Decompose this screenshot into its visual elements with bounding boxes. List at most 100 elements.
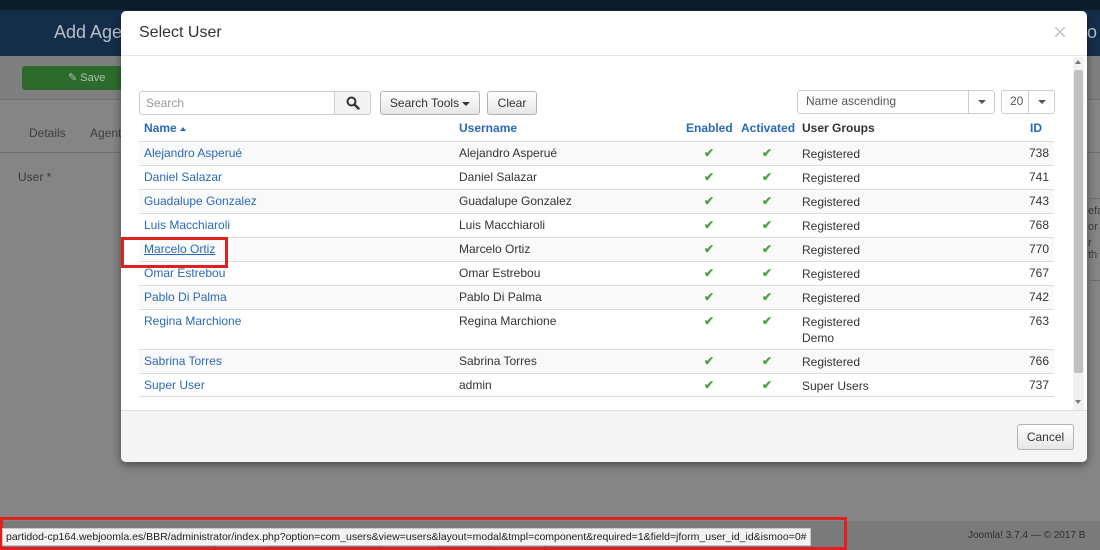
check-icon[interactable]: ✔ — [759, 194, 775, 208]
users-table: Alejandro Asperué Alejandro Asperué ✔ ✔ … — [139, 141, 1054, 397]
chevron-down-icon — [1028, 91, 1054, 113]
save-button-label: Save — [80, 72, 106, 84]
close-icon[interactable]: × — [1046, 19, 1074, 47]
username-cell: Omar Estrebou — [459, 266, 541, 280]
check-icon[interactable]: ✔ — [701, 378, 717, 392]
tab-details[interactable]: Details — [29, 126, 66, 140]
table-row: Pablo Di Palma Pablo Di Palma ✔ ✔ Regist… — [139, 285, 1054, 309]
scroll-up-icon[interactable] — [1075, 60, 1081, 64]
modal-body: Search Tools Clear Name ascending 20 Nam… — [121, 57, 1087, 410]
table-row: Omar Estrebou Omar Estrebou ✔ ✔ Register… — [139, 261, 1054, 285]
table-row: Alejandro Asperué Alejandro Asperué ✔ ✔ … — [139, 141, 1054, 165]
check-icon[interactable]: ✔ — [759, 266, 775, 280]
check-icon[interactable]: ✔ — [759, 242, 775, 256]
column-header-enabled[interactable]: Enabled — [686, 121, 733, 139]
check-icon[interactable]: ✔ — [759, 354, 775, 368]
page-title: Add Age — [54, 22, 123, 42]
check-icon[interactable]: ✔ — [701, 266, 717, 280]
side-text-fragment: or — [1088, 221, 1098, 233]
user-name-link[interactable]: Sabrina Torres — [144, 354, 222, 368]
user-name-link[interactable]: Omar Estrebou — [144, 266, 225, 280]
user-name-link[interactable]: Daniel Salazar — [144, 170, 222, 184]
username-cell: Sabrina Torres — [459, 354, 537, 368]
check-icon[interactable]: ✔ — [701, 194, 717, 208]
user-groups-cell: Registered — [802, 219, 861, 233]
user-id-cell: 770 — [1028, 242, 1049, 256]
user-name-link[interactable]: Luis Macchiaroli — [144, 218, 230, 232]
username-cell: Luis Macchiaroli — [459, 218, 546, 232]
check-icon[interactable]: ✔ — [701, 170, 717, 184]
username-cell: Alejandro Asperué — [459, 146, 558, 160]
check-icon[interactable]: ✔ — [701, 218, 717, 232]
sort-order-value: Name ascending — [806, 94, 897, 108]
user-groups-cell: Registered — [802, 355, 861, 369]
check-icon[interactable]: ✔ — [701, 354, 717, 368]
column-header-id[interactable]: ID — [1030, 121, 1042, 139]
side-divider — [1090, 280, 1100, 281]
tab-agent[interactable]: Agent — [90, 126, 121, 140]
check-icon[interactable]: ✔ — [759, 378, 775, 392]
check-icon[interactable]: ✔ — [759, 218, 775, 232]
user-groups-cell: Registered — [802, 171, 861, 185]
username-cell: Daniel Salazar — [459, 170, 538, 184]
user-name-link[interactable]: Guadalupe Gonzalez — [144, 194, 257, 208]
check-icon[interactable]: ✔ — [701, 314, 717, 328]
cancel-button[interactable]: Cancel — [1017, 424, 1074, 450]
annotation-highlight-box — [121, 237, 228, 268]
sort-order-select[interactable]: Name ascending — [797, 90, 995, 114]
modal-header: Select User × — [121, 11, 1087, 56]
column-header-user-groups: User Groups — [802, 121, 875, 135]
clear-button[interactable]: Clear — [487, 91, 537, 115]
username-cell: admin — [459, 378, 492, 392]
user-id-cell: 763 — [1028, 314, 1049, 328]
check-icon[interactable]: ✔ — [701, 290, 717, 304]
search-input[interactable] — [139, 91, 335, 115]
username-cell: Guadalupe Gonzalez — [459, 194, 572, 208]
user-id-cell: 741 — [1028, 170, 1049, 184]
edit-icon: ✎ — [68, 72, 81, 84]
side-text-fragment: efa — [1088, 205, 1100, 217]
user-field-label: User * — [18, 170, 52, 184]
user-groups-cell: Super Users — [802, 379, 869, 393]
table-row: Guadalupe Gonzalez Guadalupe Gonzalez ✔ … — [139, 189, 1054, 213]
table-row: Super User admin ✔ ✔ Super Users 737 — [139, 373, 1054, 397]
sort-asc-icon — [179, 126, 186, 131]
save-button[interactable]: ✎ Save — [22, 66, 122, 90]
table-row: Marcelo Ortiz Marcelo Ortiz ✔ ✔ Register… — [139, 237, 1054, 261]
search-tools-label: Search Tools — [389, 96, 460, 110]
side-divider — [1090, 253, 1100, 254]
side-divider — [1090, 198, 1100, 199]
check-icon[interactable]: ✔ — [701, 242, 717, 256]
clear-button-label: Clear — [497, 96, 527, 110]
username-cell: Pablo Di Palma — [459, 290, 542, 304]
list-limit-select[interactable]: 20 — [1001, 90, 1055, 114]
column-header-activated[interactable]: Activated — [741, 121, 795, 139]
check-icon[interactable]: ✔ — [759, 146, 775, 160]
modal-footer: Cancel — [121, 410, 1087, 462]
scroll-down-icon[interactable] — [1075, 400, 1081, 404]
user-groups-cell: Registered — [802, 291, 861, 305]
user-name-link[interactable]: Super User — [144, 378, 205, 392]
browser-status-bar-url: partidod-cp164.webjoomla.es/BBR/administ… — [2, 528, 811, 546]
user-groups-cell: Registered — [802, 267, 861, 281]
check-icon[interactable]: ✔ — [701, 146, 717, 160]
check-icon[interactable]: ✔ — [759, 170, 775, 184]
check-icon[interactable]: ✔ — [759, 314, 775, 328]
chevron-down-icon — [968, 91, 994, 113]
check-icon[interactable]: ✔ — [759, 290, 775, 304]
search-button[interactable] — [334, 91, 371, 115]
user-name-link[interactable]: Regina Marchione — [144, 314, 241, 328]
scrollbar-thumb[interactable] — [1074, 70, 1083, 373]
user-name-link[interactable]: Pablo Di Palma — [144, 290, 227, 304]
column-header-name[interactable]: Name — [144, 121, 186, 139]
search-icon — [346, 96, 360, 110]
modal-title: Select User — [139, 24, 222, 41]
side-text-fragment: r th — [1088, 237, 1098, 261]
table-row: Regina Marchione Regina Marchione ✔ ✔ Re… — [139, 309, 1054, 349]
user-id-cell: 737 — [1028, 378, 1049, 392]
user-name-link[interactable]: Alejandro Asperué — [144, 146, 242, 160]
search-tools-button[interactable]: Search Tools — [380, 91, 480, 115]
column-header-username[interactable]: Username — [459, 121, 517, 139]
user-group-name: Demo — [802, 331, 835, 345]
user-id-cell: 767 — [1028, 266, 1049, 280]
